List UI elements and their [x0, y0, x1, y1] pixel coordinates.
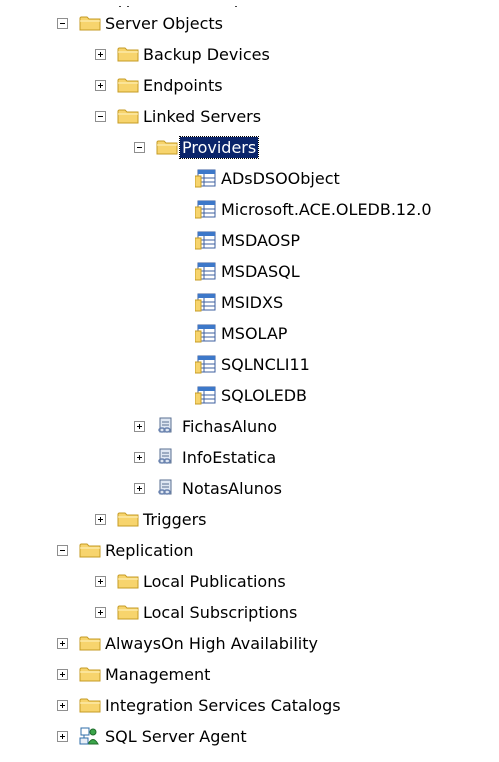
table-icon [194, 323, 217, 343]
expand-icon[interactable] [95, 80, 106, 91]
tree-node-sqloledb[interactable]: SQLOLEDB [0, 382, 499, 413]
scroll-remnant-mark [235, 6, 237, 7]
table-icon [194, 292, 217, 312]
folder-icon [79, 633, 101, 653]
tree-node-label[interactable]: Linked Servers [141, 106, 263, 127]
tree-node-label[interactable]: InfoEstatica [180, 447, 278, 468]
tree-node-label[interactable]: Triggers [141, 509, 209, 530]
tree-node-replication[interactable]: Replication [0, 537, 499, 568]
tree-node-adsdsoobject[interactable]: ADsDSOObject [0, 165, 499, 196]
table-icon [194, 261, 217, 281]
tree-node-label[interactable]: MSDAOSP [219, 230, 302, 251]
tree-node-label[interactable]: ADsDSOObject [219, 168, 342, 189]
tree-node-label[interactable]: Endpoints [141, 75, 225, 96]
tree-node-label[interactable]: SQLOLEDB [219, 385, 309, 406]
folder-icon [156, 137, 178, 157]
folder-icon [117, 44, 139, 64]
scroll-remnant-mark [119, 6, 121, 7]
table-icon [194, 168, 217, 188]
table-icon [194, 385, 217, 405]
tree-node-label[interactable]: MSDASQL [219, 261, 302, 282]
collapse-icon[interactable] [57, 18, 68, 29]
expand-icon[interactable] [134, 421, 145, 432]
table-icon [194, 230, 217, 250]
tree-node-msidxs[interactable]: MSIDXS [0, 289, 499, 320]
tree-node-label[interactable]: Local Publications [141, 571, 288, 592]
collapse-icon[interactable] [57, 545, 68, 556]
tree-node-label[interactable]: Management [103, 664, 212, 685]
tree-node-label[interactable]: MSIDXS [219, 292, 285, 313]
expand-icon[interactable] [57, 638, 68, 649]
tree-node-label[interactable]: Replication [103, 540, 196, 561]
table-icon [194, 354, 217, 374]
tree-node-msolap[interactable]: MSOLAP [0, 320, 499, 351]
expand-icon[interactable] [134, 483, 145, 494]
tree-node-sqlncli11[interactable]: SQLNCLI11 [0, 351, 499, 382]
folder-icon [79, 695, 101, 715]
tree-node-microsoft-ace-oledb-12-0[interactable]: Microsoft.ACE.OLEDB.12.0 [0, 196, 499, 227]
expand-icon[interactable] [95, 49, 106, 60]
tree-node-label[interactable]: FichasAluno [180, 416, 279, 437]
tree-node-local-subscriptions[interactable]: Local Subscriptions [0, 599, 499, 630]
folder-icon [117, 571, 139, 591]
tree-node-management[interactable]: Management [0, 661, 499, 692]
tree-node-alwayson-high-availability[interactable]: AlwaysOn High Availability [0, 630, 499, 661]
linked-server-icon [156, 416, 178, 436]
tree-node-label[interactable]: AlwaysOn High Availability [103, 633, 320, 654]
folder-icon [117, 602, 139, 622]
tree-node-linked-servers[interactable]: Linked Servers [0, 103, 499, 134]
expand-icon[interactable] [95, 607, 106, 618]
linked-server-icon [156, 478, 178, 498]
tree-node-providers[interactable]: Providers [0, 134, 499, 165]
tree-node-label[interactable]: NotasAlunos [180, 478, 284, 499]
folder-icon [117, 509, 139, 529]
collapse-icon[interactable] [95, 111, 106, 122]
sql-agent-icon [79, 726, 101, 746]
expand-icon[interactable] [57, 669, 68, 680]
tree-node-integration-services-catalogs[interactable]: Integration Services Catalogs [0, 692, 499, 723]
folder-icon [79, 664, 101, 684]
tree-node-label[interactable]: SQLNCLI11 [219, 354, 312, 375]
folder-icon [79, 540, 101, 560]
tree-node-triggers[interactable]: Triggers [0, 506, 499, 537]
expand-icon[interactable] [95, 514, 106, 525]
tree-node-label[interactable]: Backup Devices [141, 44, 272, 65]
tree-node-label[interactable]: Microsoft.ACE.OLEDB.12.0 [219, 199, 434, 220]
expand-icon[interactable] [57, 731, 68, 742]
tree-node-endpoints[interactable]: Endpoints [0, 72, 499, 103]
tree-node-backup-devices[interactable]: Backup Devices [0, 41, 499, 72]
collapse-icon[interactable] [134, 142, 145, 153]
tree-node-sql-server-agent[interactable]: SQL Server Agent [0, 723, 499, 754]
tree-node-notasalunos[interactable]: NotasAlunos [0, 475, 499, 506]
expand-icon[interactable] [57, 700, 68, 711]
tree-node-label[interactable]: SQL Server Agent [103, 726, 249, 747]
tree-node-msdasql[interactable]: MSDASQL [0, 258, 499, 289]
tree-node-label[interactable]: Integration Services Catalogs [103, 695, 343, 716]
tree-node-local-publications[interactable]: Local Publications [0, 568, 499, 599]
tree-node-infoestatica[interactable]: InfoEstatica [0, 444, 499, 475]
expand-icon[interactable] [134, 452, 145, 463]
object-explorer-tree: Server Objects Backup Devices Endpoints Lin… [0, 10, 499, 754]
tree-node-msdaosp[interactable]: MSDAOSP [0, 227, 499, 258]
tree-node-label[interactable]: Local Subscriptions [141, 602, 299, 623]
tree-node-fichasaluno[interactable]: FichasAluno [0, 413, 499, 444]
folder-icon [79, 13, 101, 33]
tree-node-label[interactable]: MSOLAP [219, 323, 289, 344]
folder-icon [117, 106, 139, 126]
linked-server-icon [156, 447, 178, 467]
expand-icon[interactable] [95, 576, 106, 587]
tree-node-label[interactable]: Providers [178, 136, 260, 159]
tree-node-label[interactable]: Server Objects [103, 13, 225, 34]
table-icon [194, 199, 217, 219]
scroll-remnant-mark [127, 6, 129, 7]
tree-node-server-objects[interactable]: Server Objects [0, 10, 499, 41]
folder-icon [117, 75, 139, 95]
